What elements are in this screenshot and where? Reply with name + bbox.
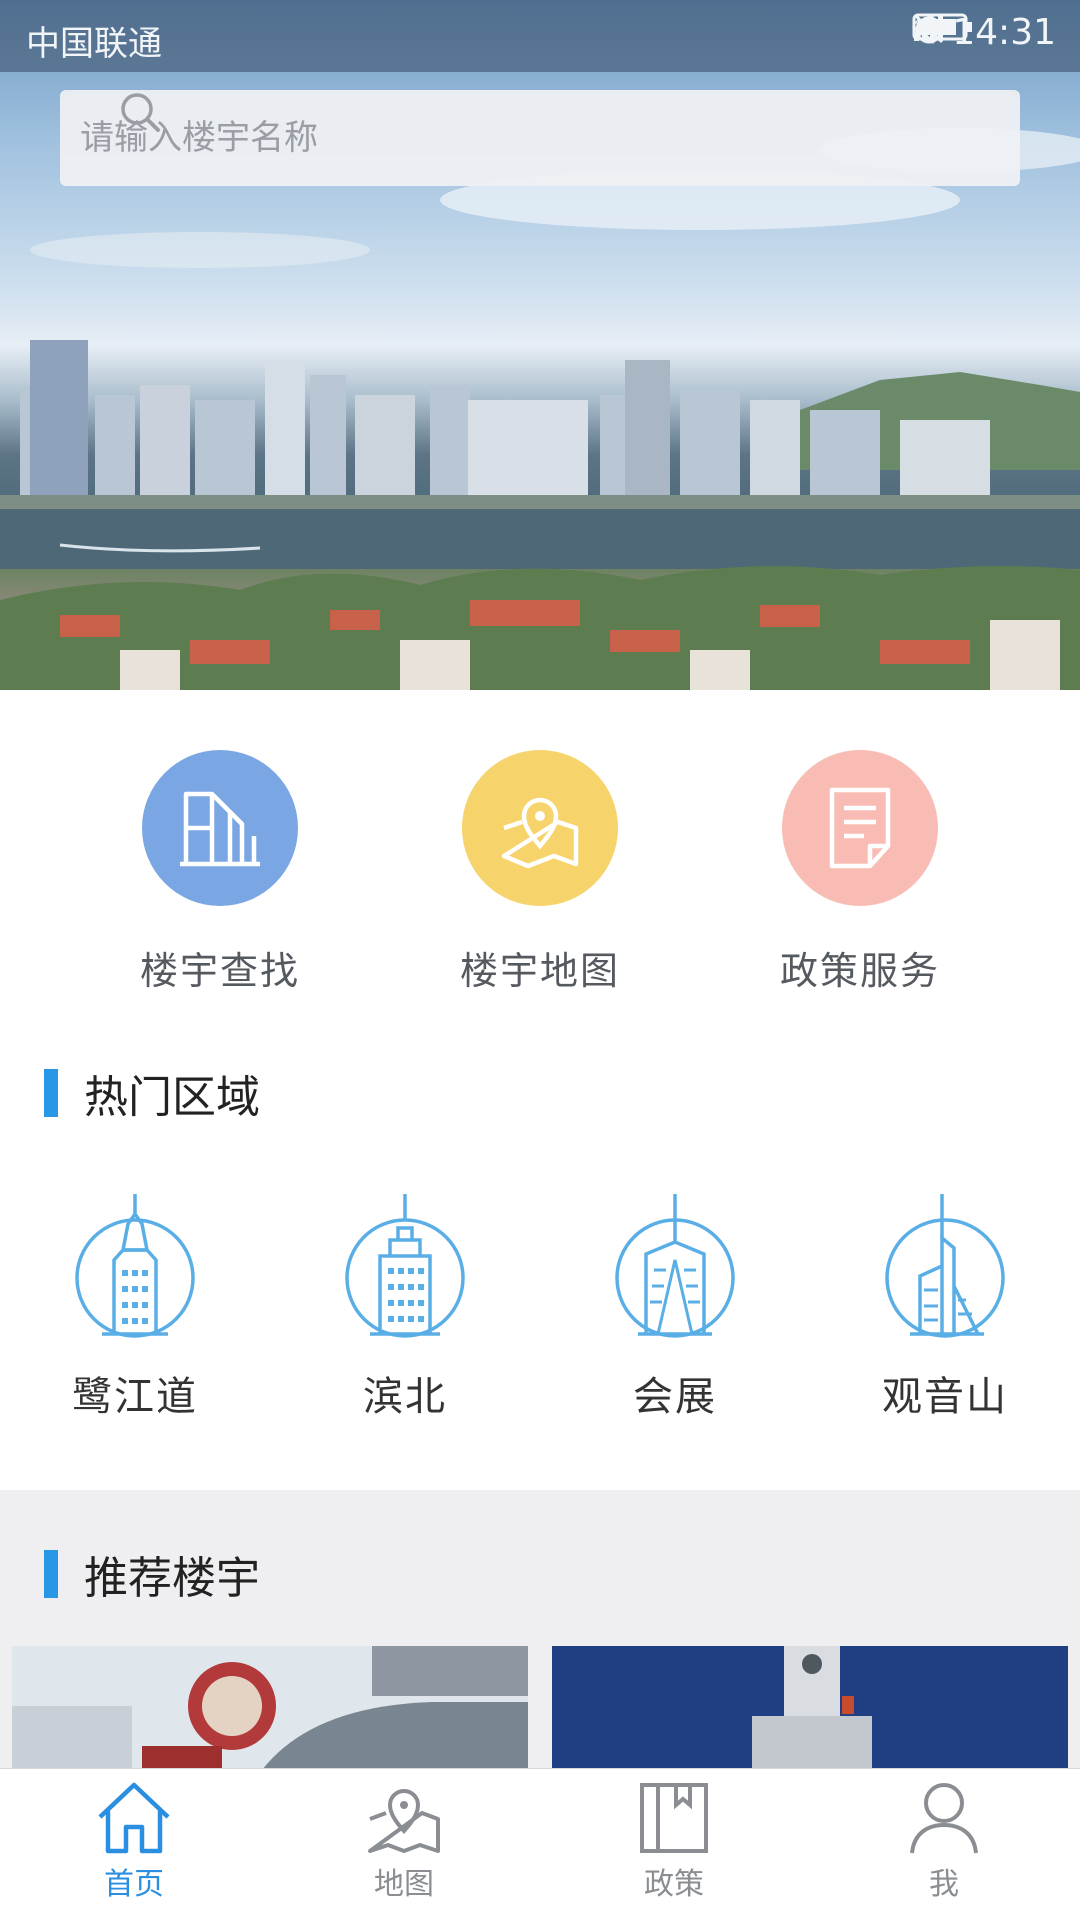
tab-label: 地图 <box>374 1867 434 1902</box>
sail-tower-icon <box>885 1194 1005 1338</box>
tab-label: 首页 <box>104 1867 164 1902</box>
bottom-tab-bar: 首页 地图 政策 我 <box>0 1768 1080 1921</box>
quick-action-label: 政策服务 <box>779 949 940 993</box>
quick-action-label: 楼宇查找 <box>139 949 300 993</box>
area-label: 观音山 <box>882 1374 1008 1420</box>
carrier-name: 中国联通 <box>26 24 162 64</box>
status-bar: 中国联通 4G 14:31 <box>0 0 1080 72</box>
building-photo <box>12 1646 528 1770</box>
quick-action-building-search[interactable]: 楼宇查找 <box>110 750 330 995</box>
tab-policy[interactable]: 政策 <box>564 1779 784 1903</box>
tab-home[interactable]: 首页 <box>24 1779 244 1903</box>
area-label: 鹭江道 <box>72 1374 198 1420</box>
section-title: 热门区域 <box>84 1072 260 1123</box>
map-pin-icon <box>462 750 618 906</box>
tab-map[interactable]: 地图 <box>294 1779 514 1903</box>
stepped-tower-icon <box>345 1194 465 1338</box>
hero-banner[interactable]: 中国联通 4G 14:31 <box>0 0 1080 690</box>
area-item-lujiangdao[interactable]: 鹭江道 <box>25 1190 245 1422</box>
section-title: 推荐楼宇 <box>84 1553 260 1604</box>
user-icon <box>910 1783 978 1854</box>
hot-areas-heading: 热门区域 <box>44 1061 260 1125</box>
battery-icon <box>912 13 972 41</box>
spire-tower-icon <box>75 1194 195 1338</box>
hot-areas-list: 鹭江道 滨北 会展 观音山 <box>0 1190 1080 1430</box>
search-bar[interactable] <box>60 90 1020 186</box>
area-label: 滨北 <box>363 1374 447 1420</box>
search-icon <box>121 93 160 132</box>
document-icon <box>782 750 938 906</box>
building-search-icon <box>142 750 298 906</box>
tab-me[interactable]: 我 <box>834 1779 1054 1903</box>
quick-actions: 楼宇查找 楼宇地图 政策服务 <box>0 690 1080 1010</box>
area-item-guanyinshan[interactable]: 观音山 <box>835 1190 1055 1422</box>
tab-label: 政策 <box>644 1867 704 1902</box>
recommended-section: 推荐楼宇 <box>0 1490 1080 1770</box>
section-accent-bar <box>44 1069 58 1117</box>
area-label: 会展 <box>633 1374 717 1420</box>
recommended-heading: 推荐楼宇 <box>44 1542 260 1606</box>
twin-tower-icon <box>615 1194 735 1338</box>
area-item-huizhan[interactable]: 会展 <box>565 1190 785 1422</box>
home-icon <box>98 1782 170 1854</box>
status-icons: 4G 14:31 <box>912 12 1056 53</box>
quick-action-label: 楼宇地图 <box>459 949 620 993</box>
recommended-building-card[interactable] <box>552 1646 1068 1770</box>
building-photo <box>552 1646 1068 1770</box>
quick-action-building-map[interactable]: 楼宇地图 <box>430 750 650 995</box>
map-icon <box>368 1789 440 1853</box>
tab-label: 我 <box>929 1867 959 1902</box>
search-input[interactable] <box>78 117 862 159</box>
book-icon <box>640 1783 708 1853</box>
recommended-building-card[interactable] <box>12 1646 528 1770</box>
area-item-binbei[interactable]: 滨北 <box>295 1190 515 1422</box>
quick-action-policy-service[interactable]: 政策服务 <box>750 750 970 995</box>
section-accent-bar <box>44 1550 58 1598</box>
